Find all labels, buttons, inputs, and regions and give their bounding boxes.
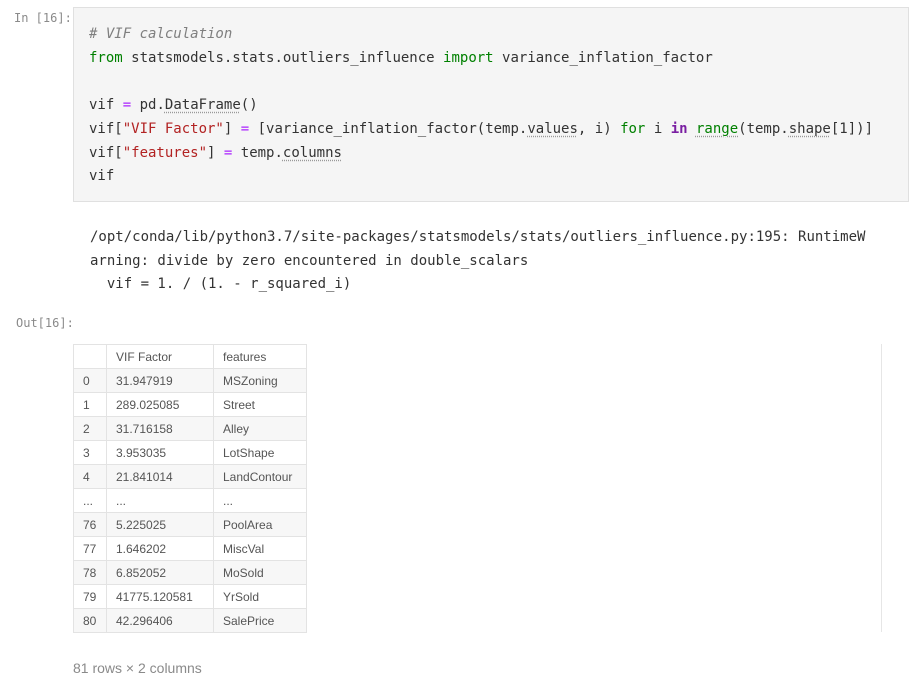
vif-value-cell: 21.841014 xyxy=(106,464,214,489)
column-header-vif-factor: VIF Factor xyxy=(106,344,214,369)
values-attr: values xyxy=(527,121,578,137)
range-close: [1])] xyxy=(830,121,874,137)
row-index: 4 xyxy=(73,464,107,489)
dataframe-table: VIF Factor features 0 31.947919 MSZoning… xyxy=(73,344,307,633)
output-prompt: Out[16]: xyxy=(16,316,74,330)
table-row: 79 41775.120581 YrSold xyxy=(73,584,307,609)
row-index: 1 xyxy=(73,392,107,417)
vif-value-cell: 5.225025 xyxy=(106,512,214,537)
keyword-in: in xyxy=(670,121,688,137)
code-comment-line: # VIF calculation xyxy=(89,26,233,42)
row-index: 2 xyxy=(73,416,107,441)
columns-attr: columns xyxy=(282,145,342,161)
dataframe-shape-note: 81 rows × 2 columns xyxy=(73,660,202,676)
table-row: 4 21.841014 LandContour xyxy=(73,464,307,489)
vif-index-close: ] xyxy=(207,145,216,161)
module-name: statsmodels.stats.outliers_influence xyxy=(131,50,435,66)
vif-index-open: vif[ xyxy=(89,145,123,161)
dataframe-attr: DataFrame xyxy=(164,97,241,113)
vif-value-cell: 1.646202 xyxy=(106,536,214,561)
table-row: 77 1.646202 MiscVal xyxy=(73,536,307,561)
assign-operator: = xyxy=(223,145,233,161)
row-index: ... xyxy=(73,488,107,513)
range-builtin: range xyxy=(695,121,739,137)
row-index: 0 xyxy=(73,368,107,393)
feature-name-cell: SalePrice xyxy=(213,608,307,633)
assign-operator: = xyxy=(122,97,132,113)
output-area-divider xyxy=(881,344,882,632)
temp-object: temp. xyxy=(240,145,283,161)
table-row: 3 3.953035 LotShape xyxy=(73,440,307,465)
list-comp-args: , i) xyxy=(577,121,612,137)
pd-object: pd. xyxy=(139,97,165,113)
feature-name-cell: YrSold xyxy=(213,584,307,609)
vif-value-cell: 31.716158 xyxy=(106,416,214,441)
string-vif-factor: "VIF Factor" xyxy=(122,121,224,137)
imported-name: variance_inflation_factor xyxy=(502,50,713,66)
code-features-line: vif["features"] = temp.columns xyxy=(89,144,342,162)
vif-value-cell: 6.852052 xyxy=(106,560,214,585)
input-prompt: In [16]: xyxy=(14,11,72,25)
row-index: 77 xyxy=(73,536,107,561)
feature-name-cell: MiscVal xyxy=(213,536,307,561)
table-row: 76 5.225025 PoolArea xyxy=(73,512,307,537)
index-header xyxy=(73,344,107,369)
feature-name-cell: LandContour xyxy=(213,464,307,489)
call-parens: () xyxy=(240,97,258,113)
string-features: "features" xyxy=(122,145,208,161)
table-row: 80 42.296406 SalePrice xyxy=(73,608,307,633)
stderr-warning-line-3: vif = 1. / (1. - r_squared_i) xyxy=(90,276,352,292)
vif-index-close: ] xyxy=(223,121,233,137)
var-vif: vif xyxy=(89,97,115,113)
table-row: 2 31.716158 Alley xyxy=(73,416,307,441)
range-args: (temp. xyxy=(738,121,789,137)
vif-value-cell: 42.296406 xyxy=(106,608,214,633)
table-row: 78 6.852052 MoSold xyxy=(73,560,307,585)
column-header-features: features xyxy=(213,344,307,369)
stderr-warning-line-2: arning: divide by zero encountered in do… xyxy=(90,253,529,269)
keyword-import: import xyxy=(443,50,494,66)
keyword-for: for xyxy=(620,121,646,137)
loop-var: i xyxy=(653,121,663,137)
feature-name-cell: Alley xyxy=(213,416,307,441)
vif-value-cell: 41775.120581 xyxy=(106,584,214,609)
code-vif-factor-line: vif["VIF Factor"] = [variance_inflation_… xyxy=(89,120,873,138)
code-import-line: from statsmodels.stats.outliers_influenc… xyxy=(89,49,713,67)
table-row: 1 289.025085 Street xyxy=(73,392,307,417)
list-comp-start: [variance_inflation_factor(temp. xyxy=(257,121,528,137)
shape-attr: shape xyxy=(788,121,831,137)
row-index: 76 xyxy=(73,512,107,537)
stderr-warning-line-1: /opt/conda/lib/python3.7/site-packages/s… xyxy=(90,229,866,245)
vif-index-open: vif[ xyxy=(89,121,123,137)
table-header-row: VIF Factor features xyxy=(73,344,307,369)
feature-name-cell: MoSold xyxy=(213,560,307,585)
vif-value-cell: 3.953035 xyxy=(106,440,214,465)
row-index: 78 xyxy=(73,560,107,585)
row-index: 80 xyxy=(73,608,107,633)
vif-value-cell: 31.947919 xyxy=(106,368,214,393)
feature-name-cell: MSZoning xyxy=(213,368,307,393)
feature-name-cell: PoolArea xyxy=(213,512,307,537)
vif-value-cell: ... xyxy=(106,488,214,513)
code-vif-display-line: vif xyxy=(89,168,115,184)
row-index: 79 xyxy=(73,584,107,609)
feature-name-cell: ... xyxy=(213,488,307,513)
assign-operator: = xyxy=(240,121,250,137)
code-dataframe-line: vif = pd.DataFrame() xyxy=(89,96,258,114)
table-row-ellipsis: ... ... ... xyxy=(73,488,307,513)
code-cell-editor[interactable]: # VIF calculation from statsmodels.stats… xyxy=(73,7,909,202)
feature-name-cell: LotShape xyxy=(213,440,307,465)
row-index: 3 xyxy=(73,440,107,465)
feature-name-cell: Street xyxy=(213,392,307,417)
vif-value-cell: 289.025085 xyxy=(106,392,214,417)
keyword-from: from xyxy=(89,50,123,66)
table-row: 0 31.947919 MSZoning xyxy=(73,368,307,393)
